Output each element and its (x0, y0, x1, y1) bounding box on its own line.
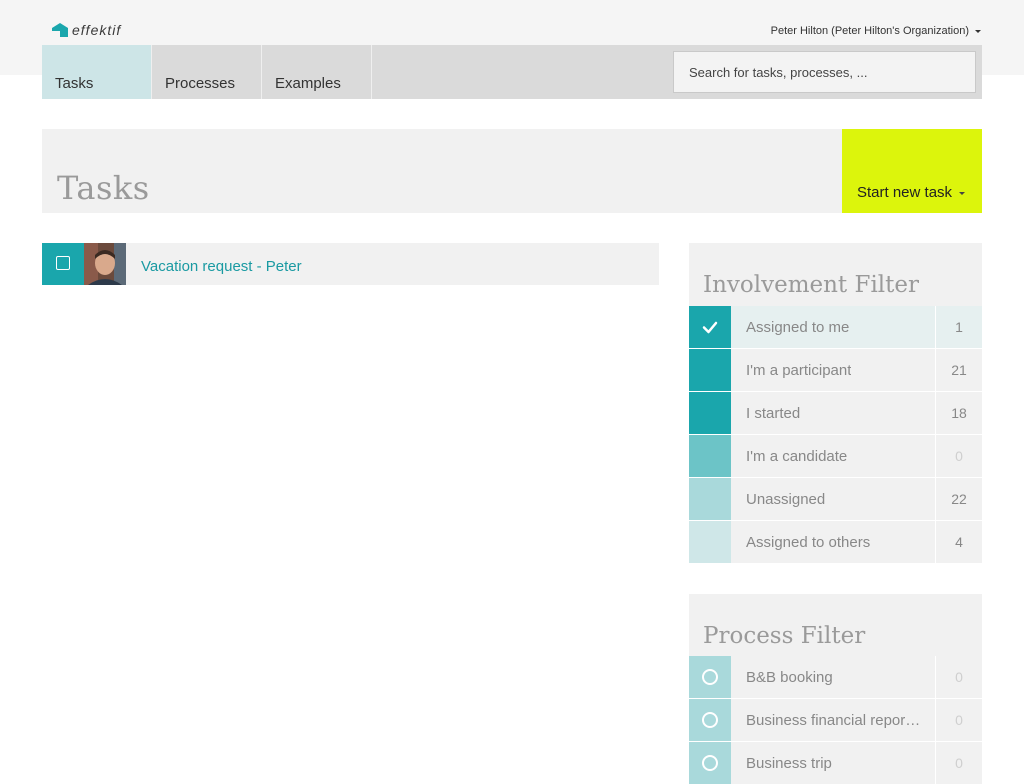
filter-count: 18 (951, 405, 967, 421)
filter-count-cell: 21 (935, 349, 982, 391)
filter-color-swatch (689, 306, 731, 348)
radio-icon (702, 755, 718, 771)
filter-count-cell: 0 (935, 656, 982, 698)
filter-count: 22 (951, 491, 967, 507)
filter-count: 4 (955, 534, 963, 550)
filter-color-swatch (689, 699, 731, 741)
filter-count: 21 (951, 362, 967, 378)
filter-count: 0 (955, 669, 963, 685)
filter-color-swatch (689, 656, 731, 698)
filter-unassigned[interactable]: Unassigned 22 (689, 478, 982, 520)
filter-label: Assigned to me (746, 319, 850, 336)
filter-count-cell: 0 (935, 699, 982, 741)
filter-process-bb-booking[interactable]: B&B booking 0 (689, 656, 982, 698)
filter-color-swatch (689, 521, 731, 563)
filter-color-swatch (689, 392, 731, 434)
task-title-link[interactable]: Vacation request - Peter (141, 258, 302, 275)
tab-tasks[interactable]: Tasks (42, 45, 152, 99)
filter-count-cell: 1 (935, 306, 982, 348)
tab-label: Examples (275, 75, 341, 92)
tab-examples[interactable]: Examples (262, 45, 372, 99)
filter-count: 1 (955, 319, 963, 335)
checkbox-icon (56, 256, 70, 270)
start-new-task-label: Start new task (857, 184, 953, 201)
filter-count: 0 (955, 448, 963, 464)
search-input[interactable] (673, 51, 976, 93)
filter-label: I started (746, 405, 801, 422)
radio-icon (702, 712, 718, 728)
filter-label: Assigned to others (746, 534, 871, 551)
filter-count-cell: 0 (935, 742, 982, 784)
user-menu[interactable]: Peter Hilton (Peter Hilton's Organizatio… (771, 25, 981, 37)
user-menu-label: Peter Hilton (Peter Hilton's Organizatio… (770, 25, 969, 37)
filter-im-a-candidate[interactable]: I'm a candidate 0 (689, 435, 982, 477)
filter-im-a-participant[interactable]: I'm a participant 21 (689, 349, 982, 391)
page-title: Tasks (57, 169, 150, 207)
main-navbar: Tasks Processes Examples (42, 45, 982, 99)
tab-label: Tasks (55, 75, 94, 92)
app-logo[interactable]: effektif (52, 22, 121, 38)
filter-color-swatch (689, 349, 731, 391)
chevron-down-icon (975, 29, 981, 33)
page-header: Tasks Start new task (42, 129, 982, 213)
filter-label: Business financial repor… (746, 712, 921, 729)
process-filter-panel: Process Filter B&B booking 0 Business fi… (689, 594, 982, 784)
task-row[interactable]: Vacation request - Peter (42, 243, 659, 285)
start-new-task-button[interactable]: Start new task (842, 129, 982, 213)
user-avatar-icon (84, 243, 126, 285)
filter-count-cell: 22 (935, 478, 982, 520)
tab-processes[interactable]: Processes (152, 45, 262, 99)
filter-count-cell: 0 (935, 435, 982, 477)
check-icon (702, 321, 718, 334)
filter-label: Unassigned (746, 491, 826, 508)
filter-process-business-financial-report[interactable]: Business financial repor… 0 (689, 699, 982, 741)
filter-label: B&B booking (746, 669, 833, 686)
radio-icon (702, 669, 718, 685)
filter-color-swatch (689, 435, 731, 477)
filter-count: 0 (955, 712, 963, 728)
filter-count: 0 (955, 755, 963, 771)
filter-label: Business trip (746, 755, 832, 772)
tab-label: Processes (165, 75, 236, 92)
chevron-down-icon (959, 192, 966, 195)
filter-assigned-to-others[interactable]: Assigned to others 4 (689, 521, 982, 563)
filter-process-business-trip[interactable]: Business trip 0 (689, 742, 982, 784)
filter-count-cell: 18 (935, 392, 982, 434)
task-complete-checkbox[interactable] (42, 243, 84, 285)
involvement-filter-panel: Involvement Filter Assigned to me 1 I'm … (689, 243, 982, 563)
filter-count-cell: 4 (935, 521, 982, 563)
filter-label: I'm a participant (746, 362, 852, 379)
logo-text: effektif (72, 22, 122, 38)
avatar (84, 243, 126, 285)
involvement-filter-title: Involvement Filter (703, 272, 920, 298)
filter-label: I'm a candidate (746, 448, 848, 465)
process-filter-title: Process Filter (703, 623, 866, 649)
effektif-logo-icon (52, 23, 68, 37)
filter-color-swatch (689, 742, 731, 784)
filter-color-swatch (689, 478, 731, 520)
filter-i-started[interactable]: I started 18 (689, 392, 982, 434)
filter-assigned-to-me[interactable]: Assigned to me 1 (689, 306, 982, 348)
